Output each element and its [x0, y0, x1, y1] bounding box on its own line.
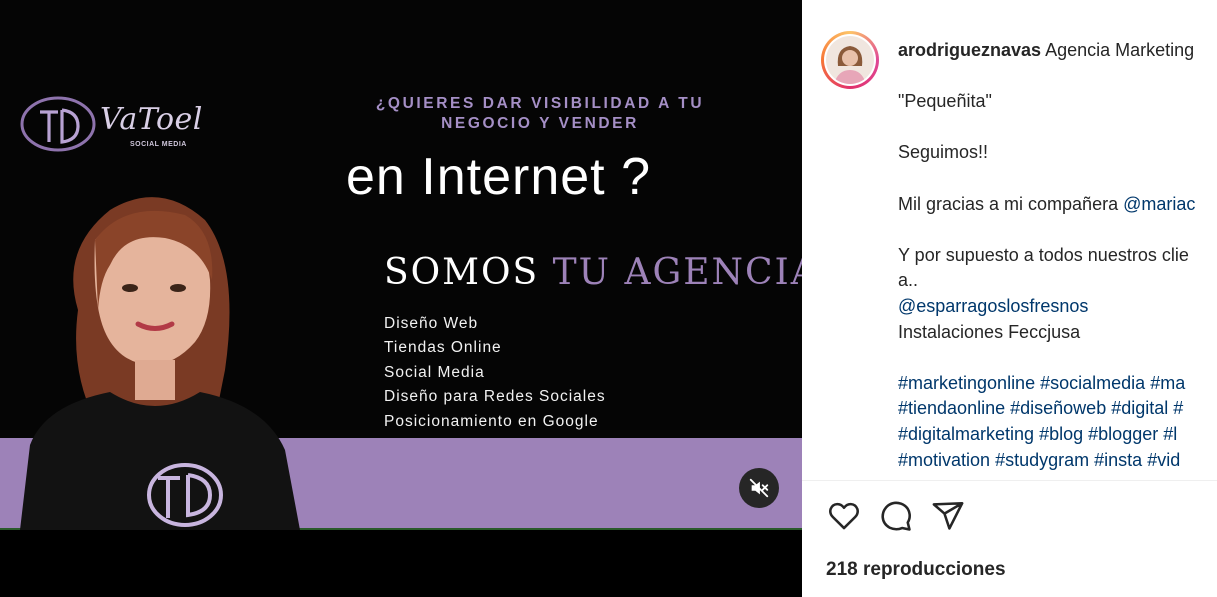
hashtag-link[interactable]: #digitalmarketing: [898, 424, 1034, 444]
avatar[interactable]: [821, 31, 879, 89]
video-letterbox: [0, 530, 802, 597]
logo-subtext: SOCIAL MEDIA: [130, 141, 187, 148]
headline-question: ¿QUIERES DAR VISIBILIDAD A TU NEGOCIO Y …: [340, 94, 740, 134]
like-button[interactable]: [826, 498, 862, 534]
headline-main: en Internet ?: [346, 148, 651, 206]
hashtag-link[interactable]: #studygram: [995, 450, 1089, 470]
service-item: Social Media: [384, 363, 485, 381]
hashtag-row: #digitalmarketing #blog #blogger #l: [898, 422, 1217, 448]
hashtag-link[interactable]: #blogger: [1088, 424, 1158, 444]
logo-wordmark: VaToel: [100, 102, 203, 137]
hashtag-link[interactable]: #diseñoweb: [1010, 398, 1106, 418]
hashtag-link[interactable]: #digital: [1111, 398, 1168, 418]
service-item: Diseño para Redes Sociales: [384, 388, 606, 406]
agency-accent: TU AGENCIA: [552, 252, 802, 293]
caption-line: "Pequeñita": [898, 91, 992, 112]
hashtag-row: #marketingonline #socialmedia #ma: [898, 371, 1217, 397]
agency-title: SOMOS TU AGENCIA: [384, 250, 802, 296]
caption-line: Instalaciones Feccjusa: [898, 321, 1081, 342]
video-player[interactable]: VaToel SOCIAL MEDIA ¿QUIERES DAR VISIBIL…: [0, 0, 802, 597]
caption-line: Mil gracias a mi compañera: [898, 193, 1124, 214]
profile-photo: [826, 36, 874, 84]
caption-line: Y por supuesto a todos nuestros clie: [898, 244, 1189, 265]
hashtag-link[interactable]: #l: [1163, 424, 1177, 444]
divider: [802, 480, 1217, 481]
speaker-muted-icon: [749, 478, 769, 498]
hashtag-row: #tiendaonline #diseñoweb #digital #: [898, 396, 1217, 422]
hashtag-link[interactable]: #insta: [1094, 450, 1142, 470]
caption-scroll-area[interactable]: arodrigueznavas Agencia Marketing "Peque…: [802, 0, 1217, 480]
comment-icon: [881, 501, 911, 531]
action-bar: [826, 498, 966, 536]
hashtag-link[interactable]: #: [1173, 398, 1183, 418]
hashtag-row: #motivation #studygram #insta #vid: [898, 448, 1217, 474]
comment-button[interactable]: [878, 498, 914, 534]
hashtag-link[interactable]: #vid: [1147, 450, 1180, 470]
view-count: 218 reproducciones: [826, 559, 1006, 580]
headline-line-1: ¿QUIERES DAR VISIBILIDAD A TU: [375, 95, 705, 112]
mute-button[interactable]: [739, 468, 779, 508]
headline-line-2: NEGOCIO Y VENDER: [441, 115, 639, 132]
hashtag-link[interactable]: #motivation: [898, 450, 990, 470]
hashtag-link[interactable]: #tiendaonline: [898, 398, 1005, 418]
mention-link[interactable]: @mariac: [1123, 194, 1195, 214]
post-caption: arodrigueznavas Agencia Marketing "Peque…: [898, 38, 1217, 473]
hashtag-link[interactable]: #blog: [1039, 424, 1083, 444]
heart-icon: [829, 502, 859, 530]
caption-line: Seguimos!!: [898, 142, 989, 163]
hashtag-link[interactable]: #socialmedia: [1040, 373, 1145, 393]
hashtag-link[interactable]: #ma: [1150, 373, 1185, 393]
account-name: Agencia Marketing: [1045, 40, 1195, 60]
mention-link[interactable]: @esparragoslosfresnos: [898, 294, 1217, 320]
agency-prefix: SOMOS: [384, 252, 553, 293]
share-button[interactable]: [930, 498, 966, 534]
service-item: Posicionamiento en Google: [384, 412, 599, 430]
share-icon: [932, 501, 964, 530]
service-item: Tiendas Online: [384, 339, 502, 357]
services-list: Diseño Web Tiendas Online Social Media D…: [384, 312, 606, 434]
post-panel: arodrigueznavas Agencia Marketing "Peque…: [802, 0, 1217, 597]
presenter-image: [20, 197, 300, 530]
username-link[interactable]: arodrigueznavas: [898, 40, 1041, 60]
caption-line: a..: [898, 270, 919, 291]
service-item: Diseño Web: [384, 315, 479, 332]
hashtag-link[interactable]: #marketingonline: [898, 373, 1035, 393]
